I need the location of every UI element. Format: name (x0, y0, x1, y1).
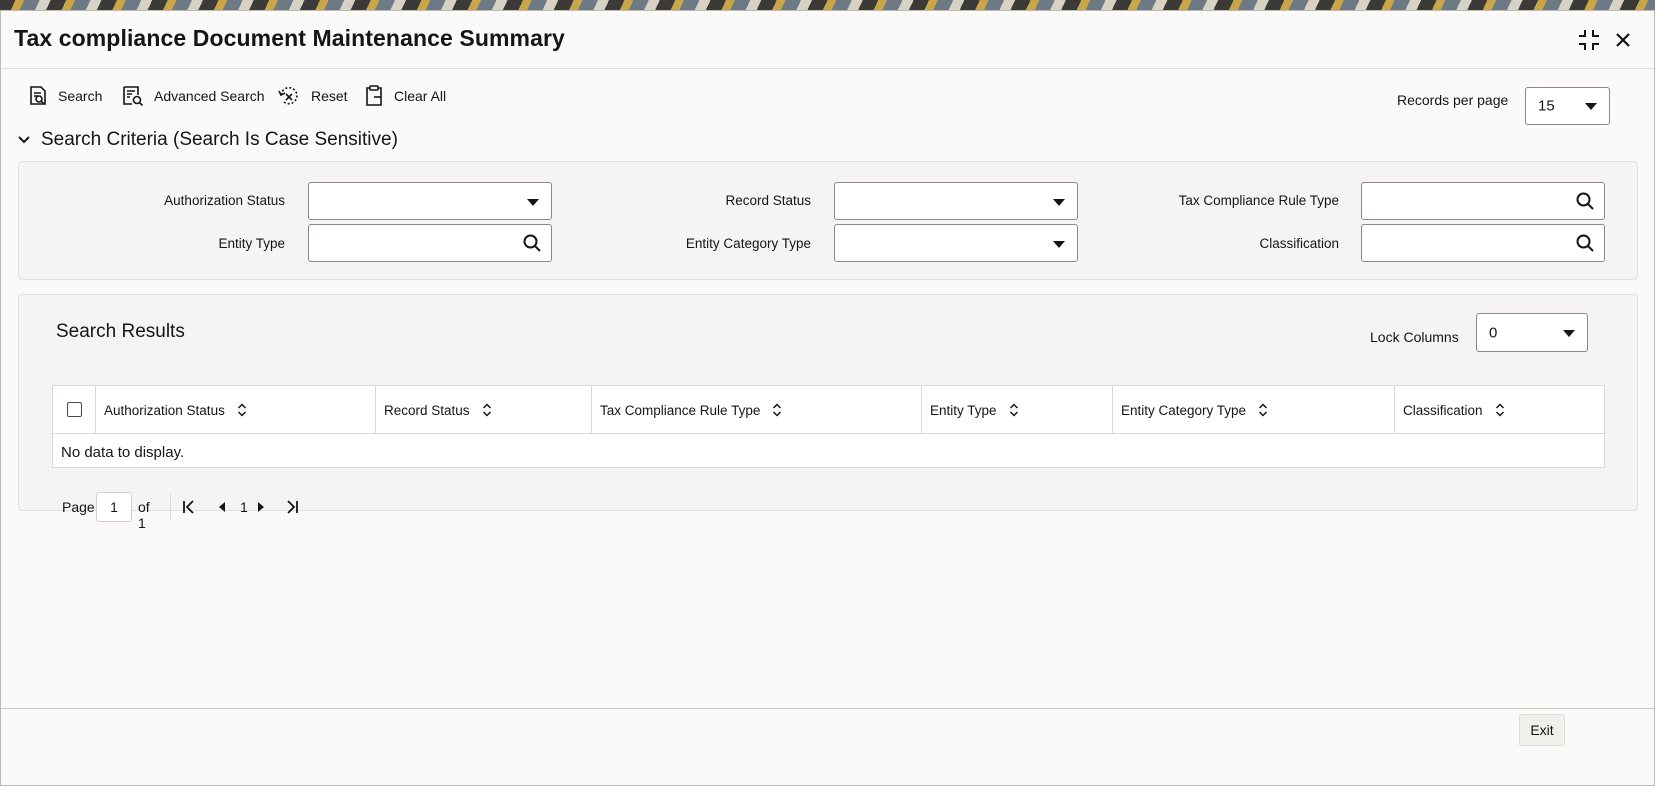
search-icon[interactable] (1575, 233, 1595, 253)
column-label: Tax Compliance Rule Type (600, 402, 761, 418)
tax-compliance-rule-type-label: Tax Compliance Rule Type (1178, 193, 1339, 208)
record-status-label: Record Status (725, 193, 811, 208)
sort-icon[interactable] (482, 403, 492, 417)
reset-button[interactable]: Reset (277, 79, 348, 113)
clipboard-icon (366, 85, 382, 106)
chevron-down-icon (1053, 241, 1065, 248)
entity-category-type-label: Entity Category Type (685, 236, 811, 251)
search-criteria-toggle[interactable]: Search Criteria (Search Is Case Sensitiv… (17, 129, 398, 151)
chevron-down-icon (1585, 103, 1597, 110)
select-all-cell (53, 386, 96, 434)
maximize-icon[interactable] (1576, 27, 1602, 53)
summary-window: Tax compliance Document Maintenance Summ… (0, 10, 1655, 786)
reset-icon (278, 86, 298, 105)
column-header-record-status[interactable]: Record Status (376, 386, 592, 434)
tax-compliance-rule-type-input[interactable] (1361, 182, 1605, 220)
classification-input[interactable] (1361, 224, 1605, 262)
lock-columns-label: Lock Columns (1370, 329, 1459, 345)
records-per-page-select[interactable]: 15 (1525, 87, 1610, 125)
top-banner-strip (0, 0, 1655, 10)
records-per-page-value: 15 (1538, 97, 1555, 115)
advanced-search-icon (123, 86, 144, 107)
footer-bar: Exit (1, 708, 1654, 786)
title-bar: Tax compliance Document Maintenance Summ… (1, 11, 1654, 69)
reset-button-label: Reset (311, 88, 348, 104)
select-all-checkbox[interactable] (67, 402, 82, 417)
column-header-authorization-status[interactable]: Authorization Status (96, 386, 376, 434)
advanced-search-button-label: Advanced Search (154, 88, 265, 104)
entity-category-type-select[interactable] (834, 224, 1078, 262)
column-header-entity-type[interactable]: Entity Type (922, 386, 1113, 434)
search-criteria-panel: Authorization Status Record Status Tax C… (18, 161, 1638, 280)
page-count-label: of 1 (138, 499, 150, 531)
column-label: Record Status (384, 402, 470, 418)
sort-icon[interactable] (1495, 403, 1505, 417)
column-label: Authorization Status (104, 402, 225, 418)
empty-table-message: No data to display. (61, 444, 185, 461)
results-table: Authorization Status Record Status Tax C… (52, 385, 1605, 468)
page-number-input[interactable]: 1 (96, 492, 132, 522)
classification-label: Classification (1259, 236, 1339, 251)
search-button[interactable]: Search (28, 79, 102, 113)
sort-icon[interactable] (237, 403, 247, 417)
table-header-row: Authorization Status Record Status Tax C… (53, 386, 1604, 434)
pager-divider (170, 494, 171, 520)
column-label: Entity Category Type (1121, 402, 1247, 418)
lock-columns-value: 0 (1489, 324, 1498, 341)
search-criteria-heading: Search Criteria (Search Is Case Sensitiv… (41, 129, 398, 150)
search-results-panel: Search Results Lock Columns 0 Authorizat… (18, 294, 1638, 511)
search-icon[interactable] (522, 233, 542, 253)
lock-columns-select[interactable]: 0 (1476, 313, 1588, 352)
previous-page-icon[interactable] (217, 501, 227, 513)
chevron-down-icon (1053, 199, 1065, 206)
clear-all-button[interactable]: Clear All (364, 79, 446, 113)
page-title: Tax compliance Document Maintenance Summ… (14, 25, 565, 51)
next-page-icon[interactable] (256, 501, 266, 513)
search-results-heading: Search Results (56, 321, 185, 342)
exit-button[interactable]: Exit (1519, 714, 1565, 746)
page-number-value: 1 (110, 499, 118, 515)
sort-icon[interactable] (1258, 403, 1268, 417)
advanced-search-button[interactable]: Advanced Search (122, 79, 265, 113)
first-page-icon[interactable] (182, 500, 196, 514)
current-page-number: 1 (240, 499, 248, 515)
search-button-label: Search (58, 88, 103, 104)
column-label: Entity Type (930, 402, 997, 418)
column-header-classification[interactable]: Classification (1395, 386, 1605, 434)
toolbar: Search Advanced Search Reset Clear All R… (1, 79, 1654, 125)
search-doc-icon (30, 86, 46, 105)
chevron-down-icon (1563, 329, 1575, 337)
chevron-down-icon (18, 136, 30, 144)
entity-type-input[interactable] (308, 224, 552, 262)
records-per-page-label: Records per page (1397, 92, 1509, 108)
clear-all-button-label: Clear All (394, 88, 447, 104)
close-icon[interactable] (1610, 27, 1636, 53)
column-label: Classification (1403, 402, 1483, 418)
search-icon[interactable] (1575, 191, 1595, 211)
record-status-select[interactable] (834, 182, 1078, 220)
entity-type-label: Entity Type (218, 236, 285, 251)
chevron-down-icon (527, 199, 539, 206)
sort-icon[interactable] (1009, 403, 1019, 417)
authorization-status-label: Authorization Status (164, 193, 285, 208)
last-page-icon[interactable] (285, 500, 299, 514)
sort-icon[interactable] (772, 403, 782, 417)
column-header-tax-compliance-rule-type[interactable]: Tax Compliance Rule Type (592, 386, 922, 434)
authorization-status-select[interactable] (308, 182, 552, 220)
page-label: Page (62, 499, 95, 515)
column-header-entity-category-type[interactable]: Entity Category Type (1113, 386, 1395, 434)
